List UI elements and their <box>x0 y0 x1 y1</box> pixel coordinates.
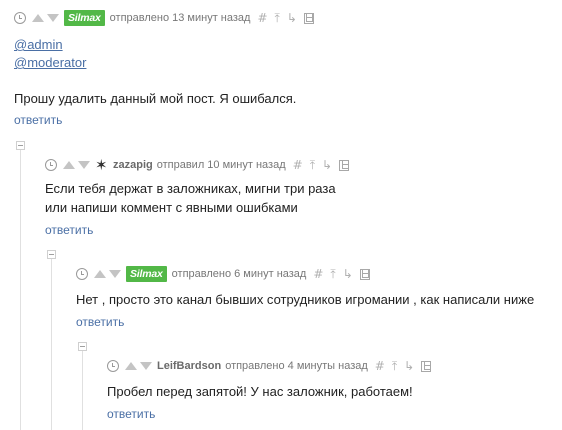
thread-icon[interactable]: ↳ <box>322 159 332 171</box>
upvote-icon[interactable] <box>94 270 106 278</box>
save-icon[interactable] <box>339 159 350 171</box>
collapse-toggle[interactable] <box>47 250 56 259</box>
permalink-icon[interactable]: # <box>375 360 385 372</box>
save-icon[interactable] <box>359 268 370 280</box>
reply-link[interactable]: ответить <box>107 407 155 421</box>
parent-icon[interactable]: ⤒ <box>275 12 280 24</box>
downvote-icon[interactable] <box>78 161 90 169</box>
save-icon[interactable] <box>303 12 314 24</box>
thread-line <box>82 350 83 430</box>
posted-time: отправлено 13 минут назад <box>109 12 251 24</box>
thread-icon[interactable]: ↳ <box>404 360 414 372</box>
clock-icon <box>14 12 26 24</box>
author-badge[interactable]: Silmax <box>126 266 167 282</box>
parent-icon[interactable]: ⤒ <box>310 159 315 171</box>
author-name[interactable]: zazapig <box>113 159 153 171</box>
reply-link[interactable]: ответить <box>14 113 62 127</box>
comment-text: Если тебя держат в заложниках, мигни три… <box>45 181 336 196</box>
mention-link[interactable]: @moderator <box>14 55 86 70</box>
comment-meta: Silmax отправлено 13 минут назад # ⤒ ↳ <box>14 9 314 27</box>
author-badge[interactable]: Silmax <box>64 10 105 26</box>
parent-icon[interactable]: ⤒ <box>392 360 397 372</box>
reply-link[interactable]: ответить <box>76 315 124 329</box>
upvote-icon[interactable] <box>32 14 44 22</box>
thread-icon[interactable]: ↳ <box>343 268 353 280</box>
parent-icon[interactable]: ⤒ <box>330 268 335 280</box>
comment-meta: Silmax отправлено 6 минут назад # ⤒ ↳ <box>76 265 370 283</box>
comment-text: Нет , просто это канал бывших сотруднико… <box>76 292 535 307</box>
downvote-icon[interactable] <box>109 270 121 278</box>
thread-line <box>20 150 21 430</box>
posted-time: отправил 10 минут назад <box>156 159 286 171</box>
clock-icon <box>107 360 119 372</box>
avatar <box>95 156 109 174</box>
comment-text: Прошу удалить данный мой пост. Я ошибалс… <box>14 91 297 106</box>
reply-link[interactable]: ответить <box>45 223 93 237</box>
posted-time: отправлено 6 минут назад <box>171 268 307 280</box>
comment-text: или напиши коммент с явными ошибками <box>45 200 298 215</box>
permalink-icon[interactable]: # <box>293 159 303 171</box>
clock-icon <box>76 268 88 280</box>
comment-text: Пробел перед запятой! У нас заложник, ра… <box>107 384 413 399</box>
downvote-icon[interactable] <box>140 362 152 370</box>
thread-icon[interactable]: ↳ <box>287 12 297 24</box>
upvote-icon[interactable] <box>63 161 75 169</box>
collapse-toggle[interactable] <box>78 342 87 351</box>
author-name[interactable]: LeifBardson <box>157 360 221 372</box>
mention-link[interactable]: @admin <box>14 37 63 52</box>
collapse-toggle[interactable] <box>16 141 25 150</box>
comment-meta: zazapig отправил 10 минут назад # ⤒ ↳ <box>45 156 350 174</box>
upvote-icon[interactable] <box>125 362 137 370</box>
permalink-icon[interactable]: # <box>313 268 323 280</box>
save-icon[interactable] <box>421 360 432 372</box>
comment-meta: LeifBardson отправлено 4 минуты назад # … <box>107 357 432 375</box>
posted-time: отправлено 4 минуты назад <box>225 360 368 372</box>
thread-line <box>51 258 52 430</box>
downvote-icon[interactable] <box>47 14 59 22</box>
permalink-icon[interactable]: # <box>257 12 267 24</box>
clock-icon <box>45 159 57 171</box>
